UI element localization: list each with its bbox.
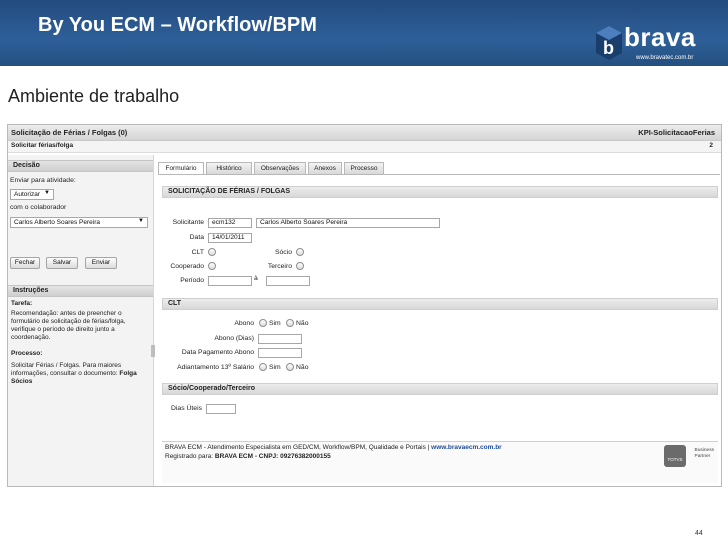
adiantamento-sim-radio[interactable] — [259, 363, 267, 371]
left-scrollbar[interactable] — [151, 345, 155, 357]
send-activity-label: Enviar para atividade: — [10, 177, 76, 184]
socio-radio[interactable] — [296, 248, 304, 256]
abono-nao-label: Não — [296, 320, 309, 327]
app-title: Solicitação de Férias / Folgas (0) — [11, 128, 128, 137]
business-partner-badge: Business Partner — [694, 448, 714, 459]
data-pagamento-label: Data Pagamento Abono — [181, 349, 254, 356]
chevron-down-icon: ▼ — [44, 190, 50, 196]
abono-nao-radio[interactable] — [286, 319, 294, 327]
app-subtitle-bar: Solicitar férias/folga 2 — [8, 141, 721, 153]
totvs-logo: TOTVS — [664, 445, 686, 467]
close-button[interactable]: Fechar — [10, 257, 40, 269]
dias-uteis-field[interactable] — [206, 404, 236, 414]
solicitante-label: Solicitante — [172, 219, 204, 226]
data-pagamento-field[interactable] — [258, 348, 302, 358]
collaborator-select[interactable]: Carlos Alberto Soares Pereira ▼ — [10, 217, 148, 228]
footer-link[interactable]: www.bravaecm.com.br — [431, 444, 502, 451]
process-text: Solicitar Férias / Folgas. Para maiores … — [11, 362, 137, 385]
cooperado-radio[interactable] — [208, 262, 216, 270]
adiantamento-sim-label: Sim — [269, 364, 281, 371]
period-end-field[interactable] — [266, 276, 310, 286]
footer-line-2: Registrado para: BRAVA ECM - CNPJ: 09276… — [165, 453, 331, 460]
socio-label: Sócio — [274, 249, 292, 256]
dias-uteis-label: Dias Úteis — [171, 405, 202, 412]
data-label: Data — [189, 234, 204, 241]
send-button[interactable]: Enviar — [85, 257, 117, 269]
app-subtitle: Solicitar férias/folga — [11, 142, 74, 149]
abono-sim-radio[interactable] — [259, 319, 267, 327]
app-footer: BRAVA ECM - Atendimento Especialista em … — [162, 441, 718, 483]
adiantamento-label: Adiantamento 13º Salário — [177, 364, 254, 371]
tab-divider — [158, 174, 720, 175]
left-panel: Decisão Enviar para atividade: Autorizar… — [8, 155, 155, 486]
save-button[interactable]: Salvar — [46, 257, 78, 269]
logo-url: www.bravatec.com.br — [636, 55, 694, 61]
brava-logo: b brava www.bravatec.com.br — [596, 22, 714, 64]
process-id: KPI-SolicitacaoFerias — [638, 128, 715, 137]
abono-dias-label: Abono (Dias) — [214, 335, 254, 342]
app-title-bar: Solicitação de Férias / Folgas (0) KPI-S… — [8, 125, 721, 141]
form-area: Formulário Histórico Observações Anexos … — [158, 155, 720, 486]
cooperado-label: Cooperado — [170, 263, 204, 270]
period-start-field[interactable] — [208, 276, 252, 286]
activity-count: 2 — [709, 142, 713, 149]
activity-select[interactable]: Autorizar ▼ — [10, 189, 54, 200]
socio-section-header: Sócio/Cooperado/Terceiro — [162, 383, 718, 395]
task-label: Tarefa: — [11, 300, 33, 307]
periodo-label: Período — [180, 277, 204, 284]
page-number: 44 — [695, 530, 703, 537]
ecm-app-window: Solicitação de Férias / Folgas (0) KPI-S… — [7, 124, 722, 487]
adiantamento-nao-radio[interactable] — [286, 363, 294, 371]
decision-header: Decisão — [8, 160, 153, 172]
task-text: Recomendação: antes de preencher o formu… — [11, 310, 126, 341]
slide-subtitle: Ambiente de trabalho — [8, 86, 180, 106]
period-separator: à — [254, 275, 258, 282]
instructions-header: Instruções — [8, 285, 153, 297]
slide-title: By You ECM – Workflow/BPM — [38, 14, 317, 36]
svg-text:b: b — [603, 38, 614, 58]
solicitante-name-field[interactable]: Carlos Alberto Soares Pereira — [256, 218, 440, 228]
clt-section-header: CLT — [162, 298, 718, 310]
abono-label: Abono — [234, 320, 254, 327]
date-field[interactable]: 14/01/2011 — [208, 233, 252, 243]
abono-sim-label: Sim — [269, 320, 281, 327]
logo-wordmark: brava — [624, 22, 696, 52]
clt-label: CLT — [191, 249, 204, 256]
chevron-down-icon: ▼ — [138, 218, 144, 224]
process-label: Processo: — [11, 350, 43, 357]
slide-header: By You ECM – Workflow/BPM b brava www.br… — [0, 0, 728, 66]
collaborator-label: com o colaborador — [10, 204, 67, 211]
cube-logo-icon: b — [596, 26, 622, 60]
footer-line-1: BRAVA ECM - Atendimento Especialista em … — [165, 444, 502, 451]
clt-radio[interactable] — [208, 248, 216, 256]
request-section-header: SOLICITAÇÃO DE FÉRIAS / FOLGAS — [162, 186, 718, 198]
abono-dias-field[interactable] — [258, 334, 302, 344]
adiantamento-nao-label: Não — [296, 364, 309, 371]
terceiro-label: Terceiro — [267, 263, 292, 270]
terceiro-radio[interactable] — [296, 262, 304, 270]
solicitante-id-field[interactable]: ecm132 — [208, 218, 252, 228]
